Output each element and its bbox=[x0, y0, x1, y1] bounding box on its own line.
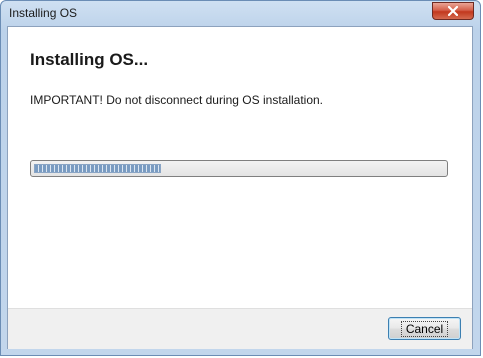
progress-fill bbox=[34, 164, 161, 173]
title-bar[interactable]: Installing OS bbox=[1, 1, 480, 27]
close-button[interactable] bbox=[432, 2, 474, 20]
dialog-footer: Cancel bbox=[8, 308, 472, 349]
important-message: IMPORTANT! Do not disconnect during OS i… bbox=[30, 93, 324, 107]
cancel-button-label: Cancel bbox=[400, 320, 449, 337]
window-title: Installing OS bbox=[9, 6, 78, 20]
cancel-button[interactable]: Cancel bbox=[388, 317, 461, 340]
dialog-heading: Installing OS... bbox=[30, 50, 149, 69]
install-progress-bar bbox=[30, 160, 448, 177]
close-x-icon bbox=[448, 6, 458, 16]
dialog-body bbox=[7, 26, 473, 349]
